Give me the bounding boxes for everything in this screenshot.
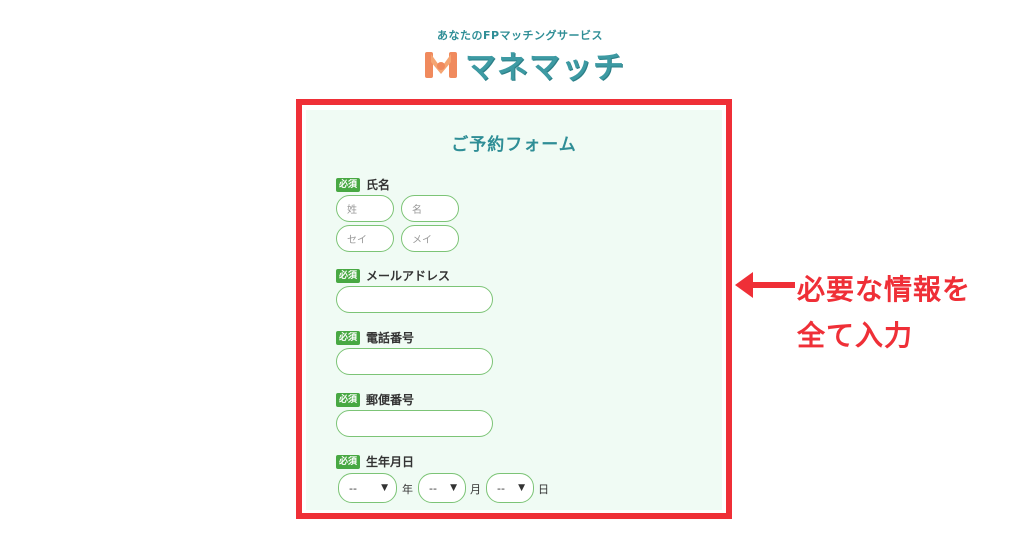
callout-line-2: 全て入力 <box>797 319 914 352</box>
postal-label: 郵便番号 <box>366 393 415 407</box>
month-unit: 月 <box>470 483 481 496</box>
last-name-kana-placeholder: セイ <box>347 235 367 246</box>
birth-day-select[interactable]: -- ▼ <box>486 473 534 503</box>
birth-month-select[interactable]: -- ▼ <box>418 473 466 503</box>
chevron-down-icon: ▼ <box>518 483 525 493</box>
site-header: あなたのFPマッチングサービス マネマッチ <box>0 0 1024 96</box>
email-field[interactable] <box>336 286 493 313</box>
phone-field[interactable] <box>336 348 493 375</box>
chevron-down-icon: ▼ <box>381 483 388 493</box>
first-name-kana-placeholder: メイ <box>412 235 432 246</box>
handshake-m-icon <box>425 52 457 78</box>
last-name-input[interactable]: 姓 <box>336 195 394 222</box>
required-badge: 必須 <box>336 268 361 283</box>
day-unit: 日 <box>538 483 549 496</box>
first-name-input[interactable]: 名 <box>401 195 459 222</box>
year-unit: 年 <box>402 483 413 496</box>
required-badge: 必須 <box>336 330 361 345</box>
reservation-form: ご予約フォーム 必須 氏名 姓 名 セイ メイ 必須 メールアドレス 必須 電話… <box>306 110 722 510</box>
last-name-placeholder: 姓 <box>347 205 357 216</box>
required-badge: 必須 <box>336 177 361 192</box>
phone-label-row: 必須 電話番号 <box>336 329 414 346</box>
postal-label-row: 必須 郵便番号 <box>336 391 414 408</box>
last-name-kana-input[interactable]: セイ <box>336 225 394 252</box>
brand-name: マネマッチ <box>465 49 625 86</box>
phone-label: 電話番号 <box>366 331 415 345</box>
birth-day-value: -- <box>497 481 505 495</box>
first-name-kana-input[interactable]: メイ <box>401 225 459 252</box>
left-arrow-icon <box>735 272 795 298</box>
birthdate-label-row: 必須 生年月日 <box>336 453 414 470</box>
postal-code-field[interactable] <box>336 410 493 437</box>
callout-line-1: 必要な情報を <box>797 273 972 306</box>
brand-logo[interactable]: マネマッチ <box>423 44 625 86</box>
name-label: 氏名 <box>366 178 391 192</box>
name-label-row: 必須 氏名 <box>336 176 390 193</box>
chevron-down-icon: ▼ <box>450 483 457 493</box>
required-badge: 必須 <box>336 454 361 469</box>
first-name-placeholder: 名 <box>412 205 422 216</box>
birth-year-select[interactable]: -- ▼ <box>338 473 397 503</box>
required-badge: 必須 <box>336 392 361 407</box>
birth-month-value: -- <box>429 481 437 495</box>
form-title: ご予約フォーム <box>451 135 577 155</box>
birthdate-label: 生年月日 <box>366 455 415 469</box>
email-label: メールアドレス <box>366 269 451 283</box>
email-label-row: 必須 メールアドレス <box>336 267 450 284</box>
birth-year-value: -- <box>349 481 357 495</box>
